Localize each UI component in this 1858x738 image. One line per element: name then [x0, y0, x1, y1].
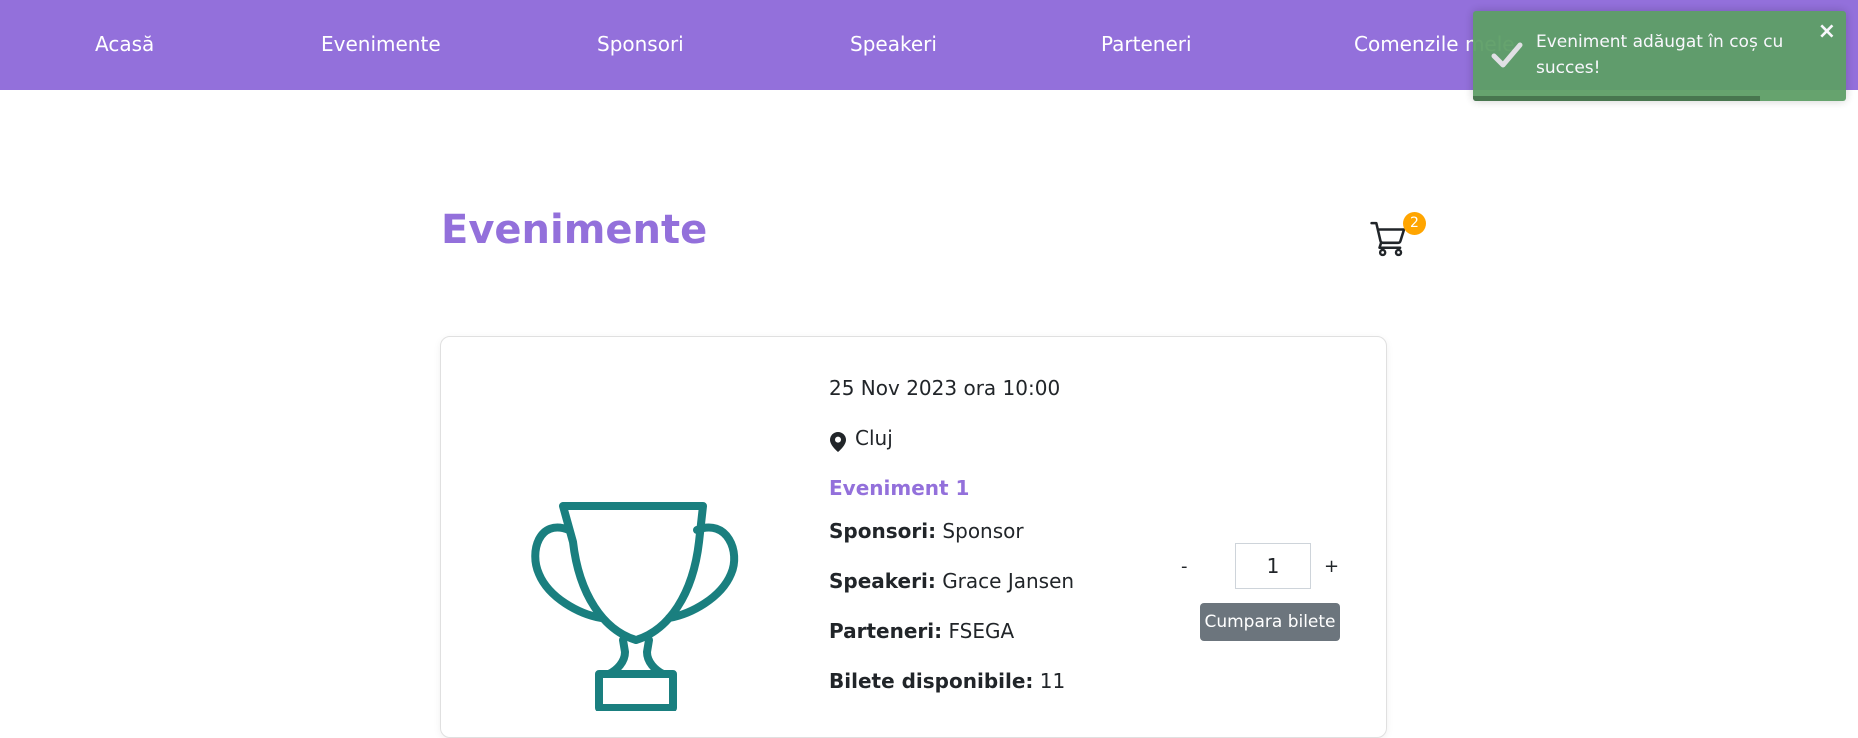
event-available-tickets: Bilete disponibile: 11: [829, 667, 1065, 695]
event-datetime: 25 Nov 2023 ora 10:00: [829, 376, 1061, 400]
event-sponsors: Sponsori: Sponsor: [829, 517, 1024, 545]
toast-message: Eveniment adăugat în coș cu succes!: [1536, 32, 1784, 78]
buy-tickets-button[interactable]: Cumpara bilete: [1200, 603, 1340, 641]
sponsors-label: Sponsori:: [829, 519, 937, 543]
quantity-input[interactable]: [1235, 543, 1311, 589]
event-name[interactable]: Eveniment 1: [829, 474, 969, 502]
success-toast: Eveniment adăugat în coș cu succes! ×: [1473, 11, 1846, 101]
checkmark-icon: [1491, 42, 1523, 68]
trophy-icon: [531, 502, 739, 711]
toast-progress-bar: [1473, 96, 1761, 101]
nav-link-sponsori[interactable]: Sponsori: [597, 30, 684, 58]
nav-link-acasa[interactable]: Acasă: [95, 30, 154, 58]
location-pin-icon: [830, 432, 846, 452]
nav-link-parteneri[interactable]: Parteneri: [1101, 30, 1192, 58]
quantity-decrease-button[interactable]: -: [1181, 555, 1188, 579]
event-location: Cluj: [855, 426, 893, 450]
cart-count-badge: 2: [1403, 212, 1426, 235]
event-partners: Parteneri: FSEGA: [829, 617, 1014, 645]
partners-label: Parteneri:: [829, 619, 943, 643]
page-title: Evenimente: [441, 207, 708, 253]
partners-value: FSEGA: [948, 619, 1015, 643]
speakers-value: Grace Jansen: [942, 569, 1075, 593]
tickets-value: 11: [1039, 669, 1066, 693]
event-speakers: Speakeri: Grace Jansen: [829, 567, 1074, 595]
toast-close-icon[interactable]: ×: [1818, 21, 1836, 43]
nav-link-speakeri[interactable]: Speakeri: [850, 30, 937, 58]
event-card: 25 Nov 2023 ora 10:00 Cluj Eveniment 1 S…: [440, 336, 1387, 738]
nav-link-evenimente[interactable]: Evenimente: [321, 30, 441, 58]
cart-button[interactable]: 2: [1370, 212, 1426, 258]
speakers-label: Speakeri:: [829, 569, 936, 593]
sponsors-value: Sponsor: [942, 519, 1024, 543]
quantity-increase-button[interactable]: +: [1324, 555, 1339, 579]
tickets-label: Bilete disponibile:: [829, 669, 1034, 693]
